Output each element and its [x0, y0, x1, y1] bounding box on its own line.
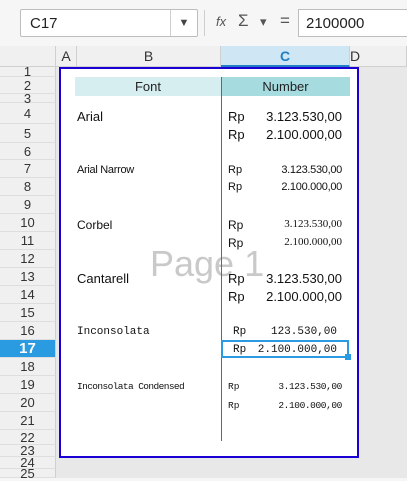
header-font[interactable]: Font	[75, 77, 221, 96]
amount-cell[interactable]: 2.100.000,00	[278, 400, 342, 411]
font-name-cell[interactable]: Inconsolata Condensed	[77, 381, 185, 392]
column-header-d-label: D	[350, 48, 361, 64]
row-header-8[interactable]: 8	[0, 178, 56, 196]
formula-input[interactable]: 2100000	[298, 9, 407, 37]
header-number[interactable]: Number	[221, 77, 350, 96]
currency-cell[interactable]: Rp	[228, 381, 239, 392]
column-header-a[interactable]: A	[56, 46, 77, 67]
row-header-25[interactable]: 25	[0, 466, 56, 481]
chevron-down-icon[interactable]: ▼	[170, 10, 197, 36]
row-header-5[interactable]: 5	[0, 124, 56, 143]
row-header-4[interactable]: 4	[0, 103, 56, 124]
row-header-7[interactable]: 7	[0, 160, 56, 178]
font-name-cell[interactable]: Corbel	[77, 218, 112, 232]
row-header-1[interactable]: 1	[0, 64, 56, 79]
row-header-15[interactable]: 15	[0, 304, 56, 322]
currency-cell[interactable]: Rp	[228, 181, 242, 193]
currency-cell[interactable]: Rp	[228, 109, 245, 124]
currency-cell[interactable]: Rp	[228, 271, 245, 286]
font-name-cell[interactable]: Cantarell	[77, 271, 129, 286]
row-header-12[interactable]: 12	[0, 250, 56, 268]
row-header-20[interactable]: 20	[0, 394, 56, 412]
formula-value[interactable]: 2100000	[306, 15, 364, 32]
font-name-cell[interactable]: Inconsolata	[77, 326, 150, 338]
currency-cell[interactable]: Rp	[228, 400, 239, 411]
row-header-18[interactable]: 18	[0, 358, 56, 376]
autofill-handle[interactable]	[345, 354, 351, 360]
amount-cell[interactable]: 2.100.000,00	[266, 289, 342, 304]
toolbar-separator	[204, 10, 205, 36]
column-header-d[interactable]: D	[350, 46, 407, 67]
row-header-11[interactable]: 11	[0, 232, 56, 250]
formula-toolbar: C17 ▼ fx Σ ▾ = 2100000	[0, 0, 407, 47]
row-header-14[interactable]: 14	[0, 286, 56, 304]
amount-cell[interactable]: 3.123.530,00	[284, 218, 342, 230]
column-header-c[interactable]: C	[221, 46, 350, 67]
currency-cell[interactable]: Rp	[228, 127, 245, 142]
cell-cursor-c17[interactable]	[221, 340, 349, 358]
amount-cell[interactable]: 3.123.530,00	[266, 109, 342, 124]
sum-dropdown-icon[interactable]: ▾	[260, 14, 267, 30]
font-name-cell[interactable]: Arial Narrow	[77, 164, 134, 176]
row-header-10[interactable]: 10	[0, 214, 56, 232]
amount-cell[interactable]: 2.100.000,00	[284, 236, 342, 248]
amount-cell[interactable]: 123.530,00	[271, 326, 337, 338]
amount-cell[interactable]: 3.123.530,00	[278, 381, 342, 392]
currency-cell[interactable]: Rp	[233, 326, 246, 338]
page-watermark: Page 1	[150, 243, 265, 284]
column-header-b[interactable]: B	[77, 46, 221, 67]
row-header-21[interactable]: 21	[0, 412, 56, 430]
currency-cell[interactable]: Rp	[228, 164, 242, 176]
currency-cell[interactable]: Rp	[228, 218, 243, 232]
row-header-13[interactable]: 13	[0, 268, 56, 286]
amount-cell[interactable]: 2.100.000,00	[281, 181, 342, 193]
row-header-17[interactable]: 17	[0, 340, 56, 358]
currency-cell[interactable]: Rp	[228, 236, 243, 250]
font-name-cell[interactable]: Arial	[77, 109, 103, 124]
row-header-6[interactable]: 6	[0, 143, 56, 160]
equals-icon[interactable]: =	[280, 11, 290, 31]
name-box-value[interactable]: C17	[30, 15, 58, 32]
column-divider	[221, 77, 222, 441]
row-header-9[interactable]: 9	[0, 196, 56, 214]
function-wizard-icon[interactable]: fx	[216, 14, 226, 29]
name-box[interactable]: C17 ▼	[20, 9, 198, 37]
amount-cell[interactable]: 3.123.530,00	[281, 164, 342, 176]
amount-cell[interactable]: 3.123.530,00	[266, 271, 342, 286]
row-header-16[interactable]: 16	[0, 322, 56, 340]
amount-cell[interactable]: 2.100.000,00	[266, 127, 342, 142]
row-header-19[interactable]: 19	[0, 376, 56, 394]
currency-cell[interactable]: Rp	[228, 289, 245, 304]
sum-icon[interactable]: Σ	[238, 11, 249, 31]
row-header-3[interactable]: 3	[0, 91, 56, 106]
